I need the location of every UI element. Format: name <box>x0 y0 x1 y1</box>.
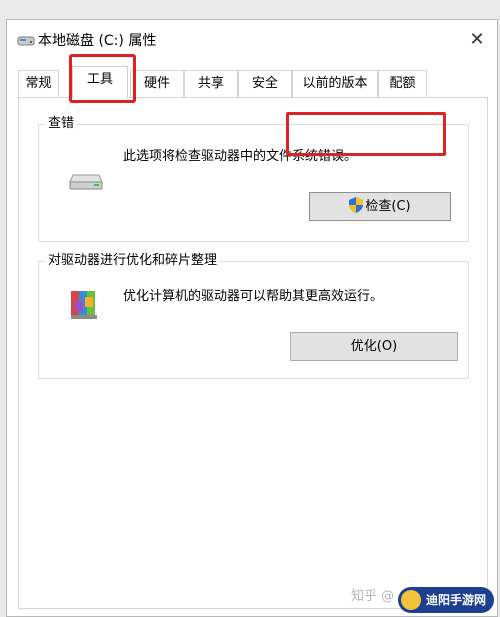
drive-icon <box>69 174 103 190</box>
drive-title-icon <box>17 36 35 46</box>
watermark-logo-icon <box>401 590 421 610</box>
defrag-icon <box>71 291 97 319</box>
tab-sharing[interactable]: 共享 <box>184 70 238 98</box>
tab-hardware[interactable]: 硬件 <box>130 70 184 98</box>
watermark-text: 知乎 @ <box>351 589 395 604</box>
check-button-highlight <box>286 112 446 156</box>
uac-shield-icon <box>349 197 364 213</box>
optimize-group: 对驱动器进行优化和碎片整理 优化计算机的驱动器可以帮助其更高效运行。 优化(O) <box>38 252 469 379</box>
tab-previous-versions[interactable]: 以前的版本 <box>292 70 378 98</box>
optimize-description: 优化计算机的驱动器可以帮助其更高效运行。 <box>123 289 384 304</box>
tools-panel: 查错 此选项将检查驱动器中的文件系统错误。 检查(C) 对驱动器进行优化和碎片整 <box>18 97 488 609</box>
tools-tab-highlight <box>69 54 136 103</box>
tab-security[interactable]: 安全 <box>238 70 292 98</box>
watermark-logo-text: 迪阳手游网 <box>425 593 486 607</box>
check-button-label: 检查(C) <box>365 199 411 214</box>
check-button[interactable]: 检查(C) <box>309 192 451 221</box>
screenshot-frame: 本地磁盘 (C:) 属性 ✕ 常规 工具 硬件 共享 安全 以前的版本 配额 查… <box>0 0 500 617</box>
tab-quota[interactable]: 配额 <box>378 70 427 98</box>
tab-general[interactable]: 常规 <box>18 70 59 98</box>
watermark-logo: 迪阳手游网 <box>398 587 494 613</box>
optimize-button[interactable]: 优化(O) <box>290 332 458 361</box>
window-title: 本地磁盘 (C:) 属性 <box>38 33 157 49</box>
optimize-label: 对驱动器进行优化和碎片整理 <box>45 252 221 270</box>
close-icon: ✕ <box>469 29 485 50</box>
error-check-label: 查错 <box>45 115 78 133</box>
close-button[interactable]: ✕ <box>463 26 491 54</box>
properties-window: 本地磁盘 (C:) 属性 ✕ 常规 工具 硬件 共享 安全 以前的版本 配额 查… <box>6 19 498 617</box>
